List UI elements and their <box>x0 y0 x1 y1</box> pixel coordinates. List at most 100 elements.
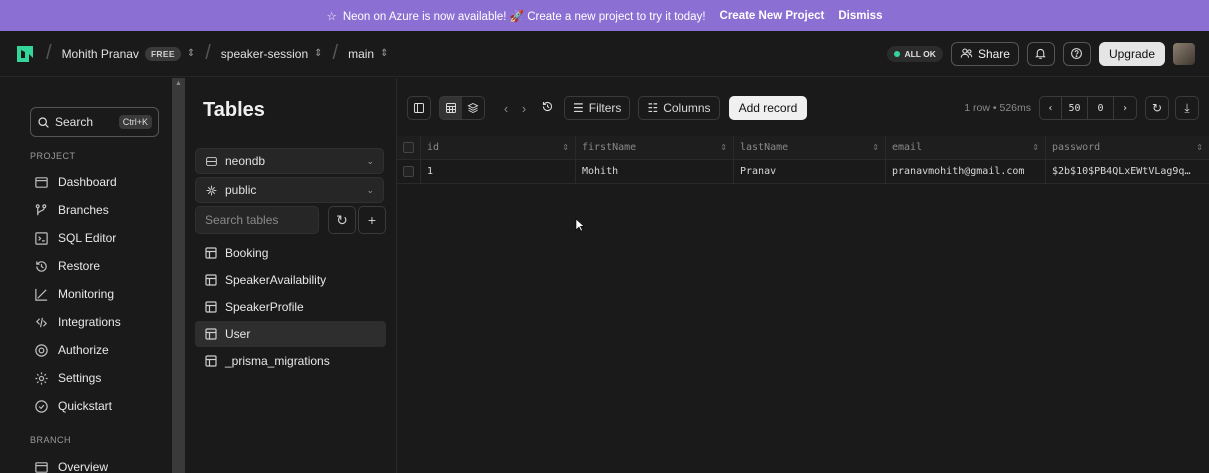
search-tables-input[interactable]: Search tables <box>195 206 319 234</box>
table-item-label: _prisma_migrations <box>225 354 330 368</box>
column-header-email[interactable]: email ⇕ <box>886 136 1046 159</box>
data-view: ‹ › ☰ Filters ☷ Columns Add record 1 row… <box>397 78 1209 473</box>
sidebar-item-overview[interactable]: Overview <box>34 458 108 473</box>
checkbox-icon <box>403 142 414 153</box>
forward-arrow-icon[interactable]: › <box>515 101 533 116</box>
filters-button[interactable]: ☰ Filters <box>564 96 631 120</box>
table-item-prisma-migrations[interactable]: _prisma_migrations <box>195 348 386 374</box>
sort-icon: ⇕ <box>562 143 569 152</box>
cell-firstname[interactable]: Mohith <box>576 160 734 183</box>
column-header-password[interactable]: password ⇕ <box>1046 136 1209 159</box>
add-record-button[interactable]: Add record <box>728 96 808 120</box>
sidebar-item-monitoring[interactable]: Monitoring <box>34 285 114 303</box>
dashboard-icon <box>35 176 48 188</box>
status-dot-icon <box>894 50 901 57</box>
sidebar-item-restore[interactable]: Restore <box>34 257 100 275</box>
offset-input[interactable]: 0 <box>1088 97 1114 119</box>
refresh-tables-button[interactable]: ↻ <box>328 206 356 234</box>
users-icon <box>960 48 973 58</box>
table-icon <box>205 301 217 313</box>
table-item-label: User <box>225 327 251 341</box>
pagination: ‹ 50 0 › <box>1039 96 1137 120</box>
sidebar-item-dashboard[interactable]: Dashboard <box>34 173 117 191</box>
project-selector[interactable]: speaker-session ⇕ <box>221 47 323 61</box>
refresh-button[interactable]: ↻ <box>1145 96 1169 120</box>
sidebar-item-quickstart[interactable]: Quickstart <box>34 397 112 415</box>
grid-icon <box>446 103 456 113</box>
sidebar-item-branches[interactable]: Branches <box>34 201 109 219</box>
sidebar-search-button[interactable]: Search Ctrl+K <box>30 107 159 137</box>
cell-id[interactable]: 1 <box>421 160 576 183</box>
cell-email[interactable]: pranavmohith@gmail.com <box>886 160 1046 183</box>
download-icon: ⤓ <box>1184 100 1190 115</box>
schema-view-button[interactable] <box>462 97 484 119</box>
sidebar-item-label: SQL Editor <box>58 231 117 245</box>
schema-select[interactable]: public ⌄ <box>195 177 384 203</box>
sidebar-item-label: Overview <box>58 460 109 473</box>
cell-password[interactable]: $2b$10$PB4QLxEWtVLag9q… <box>1046 160 1209 183</box>
share-label: Share <box>977 46 1010 61</box>
breadcrumb-separator: / <box>205 42 211 64</box>
search-shortcut: Ctrl+K <box>118 115 152 129</box>
notifications-button[interactable] <box>1026 41 1055 66</box>
share-button[interactable]: Share <box>950 41 1019 66</box>
neon-logo-icon[interactable] <box>14 43 36 65</box>
database-select[interactable]: neondb ⌄ <box>195 148 384 174</box>
authorize-icon <box>35 343 48 357</box>
toggle-sidebar-button[interactable] <box>407 96 431 120</box>
page-size-input[interactable]: 50 <box>1062 97 1088 119</box>
table-item-speakeravailability[interactable]: SpeakerAvailability <box>195 267 386 293</box>
column-header-lastname[interactable]: lastName ⇕ <box>734 136 886 159</box>
checkbox-icon <box>403 166 414 177</box>
table-row[interactable]: 1 Mohith Pranav pranavmohith@gmail.com $… <box>397 160 1209 184</box>
branch-section-label: BRANCH <box>30 435 72 445</box>
dismiss-banner-button[interactable]: Dismiss <box>838 10 882 22</box>
filter-icon: ☰ <box>573 101 584 115</box>
help-icon <box>1071 48 1083 59</box>
org-selector[interactable]: Mohith Pranav FREE ⇕ <box>62 46 195 61</box>
column-header-label: lastName <box>740 142 789 153</box>
mouse-cursor-icon <box>575 218 585 232</box>
sidebar-item-sql-editor[interactable]: SQL Editor <box>34 229 116 247</box>
chevron-updown-icon: ⇕ <box>380 48 389 59</box>
column-header-id[interactable]: id ⇕ <box>421 136 576 159</box>
grid-header-row: id ⇕ firstName ⇕ lastName ⇕ email ⇕ password… <box>397 136 1209 160</box>
sidebar: ▲ Search Ctrl+K PROJECT Dashboard Branch… <box>0 78 186 473</box>
status-badge[interactable]: ALL OK <box>887 45 943 62</box>
sidebar-item-label: Branches <box>58 203 109 217</box>
table-icon <box>205 247 217 259</box>
row-checkbox[interactable] <box>397 160 421 183</box>
history-icon[interactable] <box>541 100 554 116</box>
table-item-user[interactable]: User <box>195 321 386 347</box>
cell-lastname[interactable]: Pranav <box>734 160 886 183</box>
help-button[interactable] <box>1062 41 1091 66</box>
columns-button[interactable]: ☷ Columns <box>638 96 720 120</box>
row-count-info: 1 row • 526ms <box>964 102 1031 114</box>
monitoring-icon <box>35 288 48 301</box>
sidebar-item-authorize[interactable]: Authorize <box>34 341 109 359</box>
sidebar-item-integrations[interactable]: Integrations <box>34 313 121 331</box>
sidebar-item-settings[interactable]: Settings <box>34 369 101 387</box>
table-toolbar: ‹ › ☰ Filters ☷ Columns Add record 1 row… <box>397 94 1209 122</box>
prev-page-button[interactable]: ‹ <box>1040 97 1062 119</box>
back-arrow-icon[interactable]: ‹ <box>497 101 515 116</box>
table-item-booking[interactable]: Booking <box>195 240 386 266</box>
table-item-speakerprofile[interactable]: SpeakerProfile <box>195 294 386 320</box>
scroll-up-icon[interactable]: ▲ <box>175 80 182 87</box>
create-new-project-link[interactable]: Create New Project <box>720 10 825 22</box>
next-page-button[interactable]: › <box>1114 97 1136 119</box>
top-bar: / Mohith Pranav FREE ⇕ / speaker-session… <box>0 31 1209 77</box>
status-text: ALL OK <box>904 48 936 59</box>
export-button[interactable]: ⤓ <box>1175 96 1199 120</box>
column-header-firstname[interactable]: firstName ⇕ <box>576 136 734 159</box>
banner-message: Neon on Azure is now available! 🚀 Create… <box>342 10 706 23</box>
branch-selector[interactable]: main ⇕ <box>348 47 388 61</box>
avatar[interactable] <box>1173 42 1195 65</box>
upgrade-button[interactable]: Upgrade <box>1098 41 1165 66</box>
grid-view-button[interactable] <box>440 97 462 119</box>
chevron-updown-icon: ⇕ <box>314 48 323 59</box>
add-table-button[interactable]: + <box>358 206 386 234</box>
database-icon <box>206 156 217 166</box>
select-all-checkbox[interactable] <box>397 136 421 159</box>
sidebar-scrollbar[interactable]: ▲ <box>172 78 185 473</box>
